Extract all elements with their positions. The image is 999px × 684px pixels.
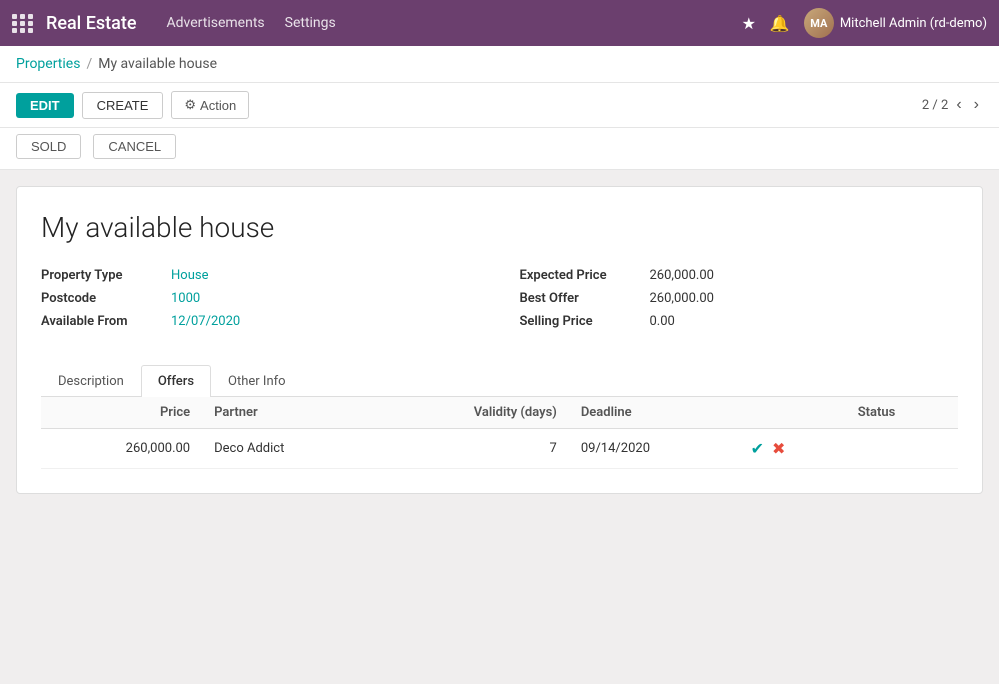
record-card: My available house Property Type House P… [16,186,983,494]
nav-links: Advertisements Settings [167,15,742,31]
fields-section: Property Type House Postcode 1000 Availa… [41,268,958,337]
field-value-available-from[interactable]: 12/07/2020 [171,314,240,329]
tab-description[interactable]: Description [41,365,141,397]
nav-advertisements[interactable]: Advertisements [167,15,265,31]
accept-icon[interactable]: ✔ [751,439,764,458]
reject-icon[interactable]: ✖ [772,439,785,458]
grid-menu-icon[interactable] [12,14,34,33]
avatar: MA [804,8,834,38]
cell-action-icons: ✔ ✖ [739,429,846,469]
cancel-button[interactable]: CANCEL [93,134,176,159]
action-label: Action [200,98,236,113]
right-icons: ★ 🔔 MA Mitchell Admin (rd-demo) [742,8,987,38]
cell-validity: 7 [374,429,569,469]
edit-button[interactable]: EDIT [16,93,74,118]
field-label-selling-price: Selling Price [520,314,650,329]
tab-other-info[interactable]: Other Info [211,365,303,397]
col-header-partner: Partner [202,397,374,429]
breadcrumb: Properties / My available house [0,46,999,83]
field-expected-price: Expected Price 260,000.00 [520,268,959,283]
cell-partner: Deco Addict [202,429,374,469]
col-header-status: Status [846,397,958,429]
table-header-row: Price Partner Validity (days) Deadline S… [41,397,958,429]
col-header-validity: Validity (days) [374,397,569,429]
user-name: Mitchell Admin (rd-demo) [840,16,987,31]
create-button[interactable]: CREATE [82,92,164,119]
field-label-property-type: Property Type [41,268,171,283]
record-title: My available house [41,211,958,244]
field-property-type: Property Type House [41,268,480,283]
cell-status [846,429,958,469]
fields-left: Property Type House Postcode 1000 Availa… [41,268,480,337]
gear-icon: ⚙ [184,97,196,113]
field-label-postcode: Postcode [41,291,171,306]
field-value-expected-price: 260,000.00 [650,268,714,283]
field-best-offer: Best Offer 260,000.00 [520,291,959,306]
app-title: Real Estate [46,13,137,34]
action-button[interactable]: ⚙ Action [171,91,249,119]
table-row: 260,000.00 Deco Addict 7 09/14/2020 ✔ ✖ [41,429,958,469]
tab-offers[interactable]: Offers [141,365,211,397]
field-selling-price: Selling Price 0.00 [520,314,959,329]
nav-settings[interactable]: Settings [285,15,336,31]
field-value-postcode[interactable]: 1000 [171,291,200,306]
pagination-info: 2 / 2 [922,98,948,113]
main-content: My available house Property Type House P… [0,170,999,510]
status-bar: SOLD CANCEL [0,128,999,170]
field-label-available-from: Available From [41,314,171,329]
star-icon[interactable]: ★ [742,14,756,33]
field-value-best-offer: 260,000.00 [650,291,714,306]
pagination-next[interactable]: › [970,94,983,116]
field-value-property-type[interactable]: House [171,268,208,283]
field-label-best-offer: Best Offer [520,291,650,306]
field-value-selling-price: 0.00 [650,314,675,329]
field-available-from: Available From 12/07/2020 [41,314,480,329]
breadcrumb-current: My available house [98,56,217,72]
pagination: 2 / 2 ‹ › [922,94,983,116]
col-header-deadline: Deadline [569,397,739,429]
field-label-expected-price: Expected Price [520,268,650,283]
offers-table: Price Partner Validity (days) Deadline S… [41,397,958,469]
col-header-actions [739,397,846,429]
tabs-list: Description Offers Other Info [41,365,958,396]
fields-right: Expected Price 260,000.00 Best Offer 260… [520,268,959,337]
user-menu[interactable]: MA Mitchell Admin (rd-demo) [804,8,987,38]
cell-deadline: 09/14/2020 [569,429,739,469]
cell-price: 260,000.00 [41,429,202,469]
sold-button[interactable]: SOLD [16,134,81,159]
bell-icon[interactable]: 🔔 [770,14,790,33]
breadcrumb-separator: / [86,56,92,72]
field-postcode: Postcode 1000 [41,291,480,306]
action-bar: EDIT CREATE ⚙ Action 2 / 2 ‹ › [0,83,999,128]
col-header-price: Price [41,397,202,429]
breadcrumb-parent[interactable]: Properties [16,56,80,72]
pagination-prev[interactable]: ‹ [952,94,965,116]
top-nav: Real Estate Advertisements Settings ★ 🔔 … [0,0,999,46]
tabs-container: Description Offers Other Info [41,365,958,397]
